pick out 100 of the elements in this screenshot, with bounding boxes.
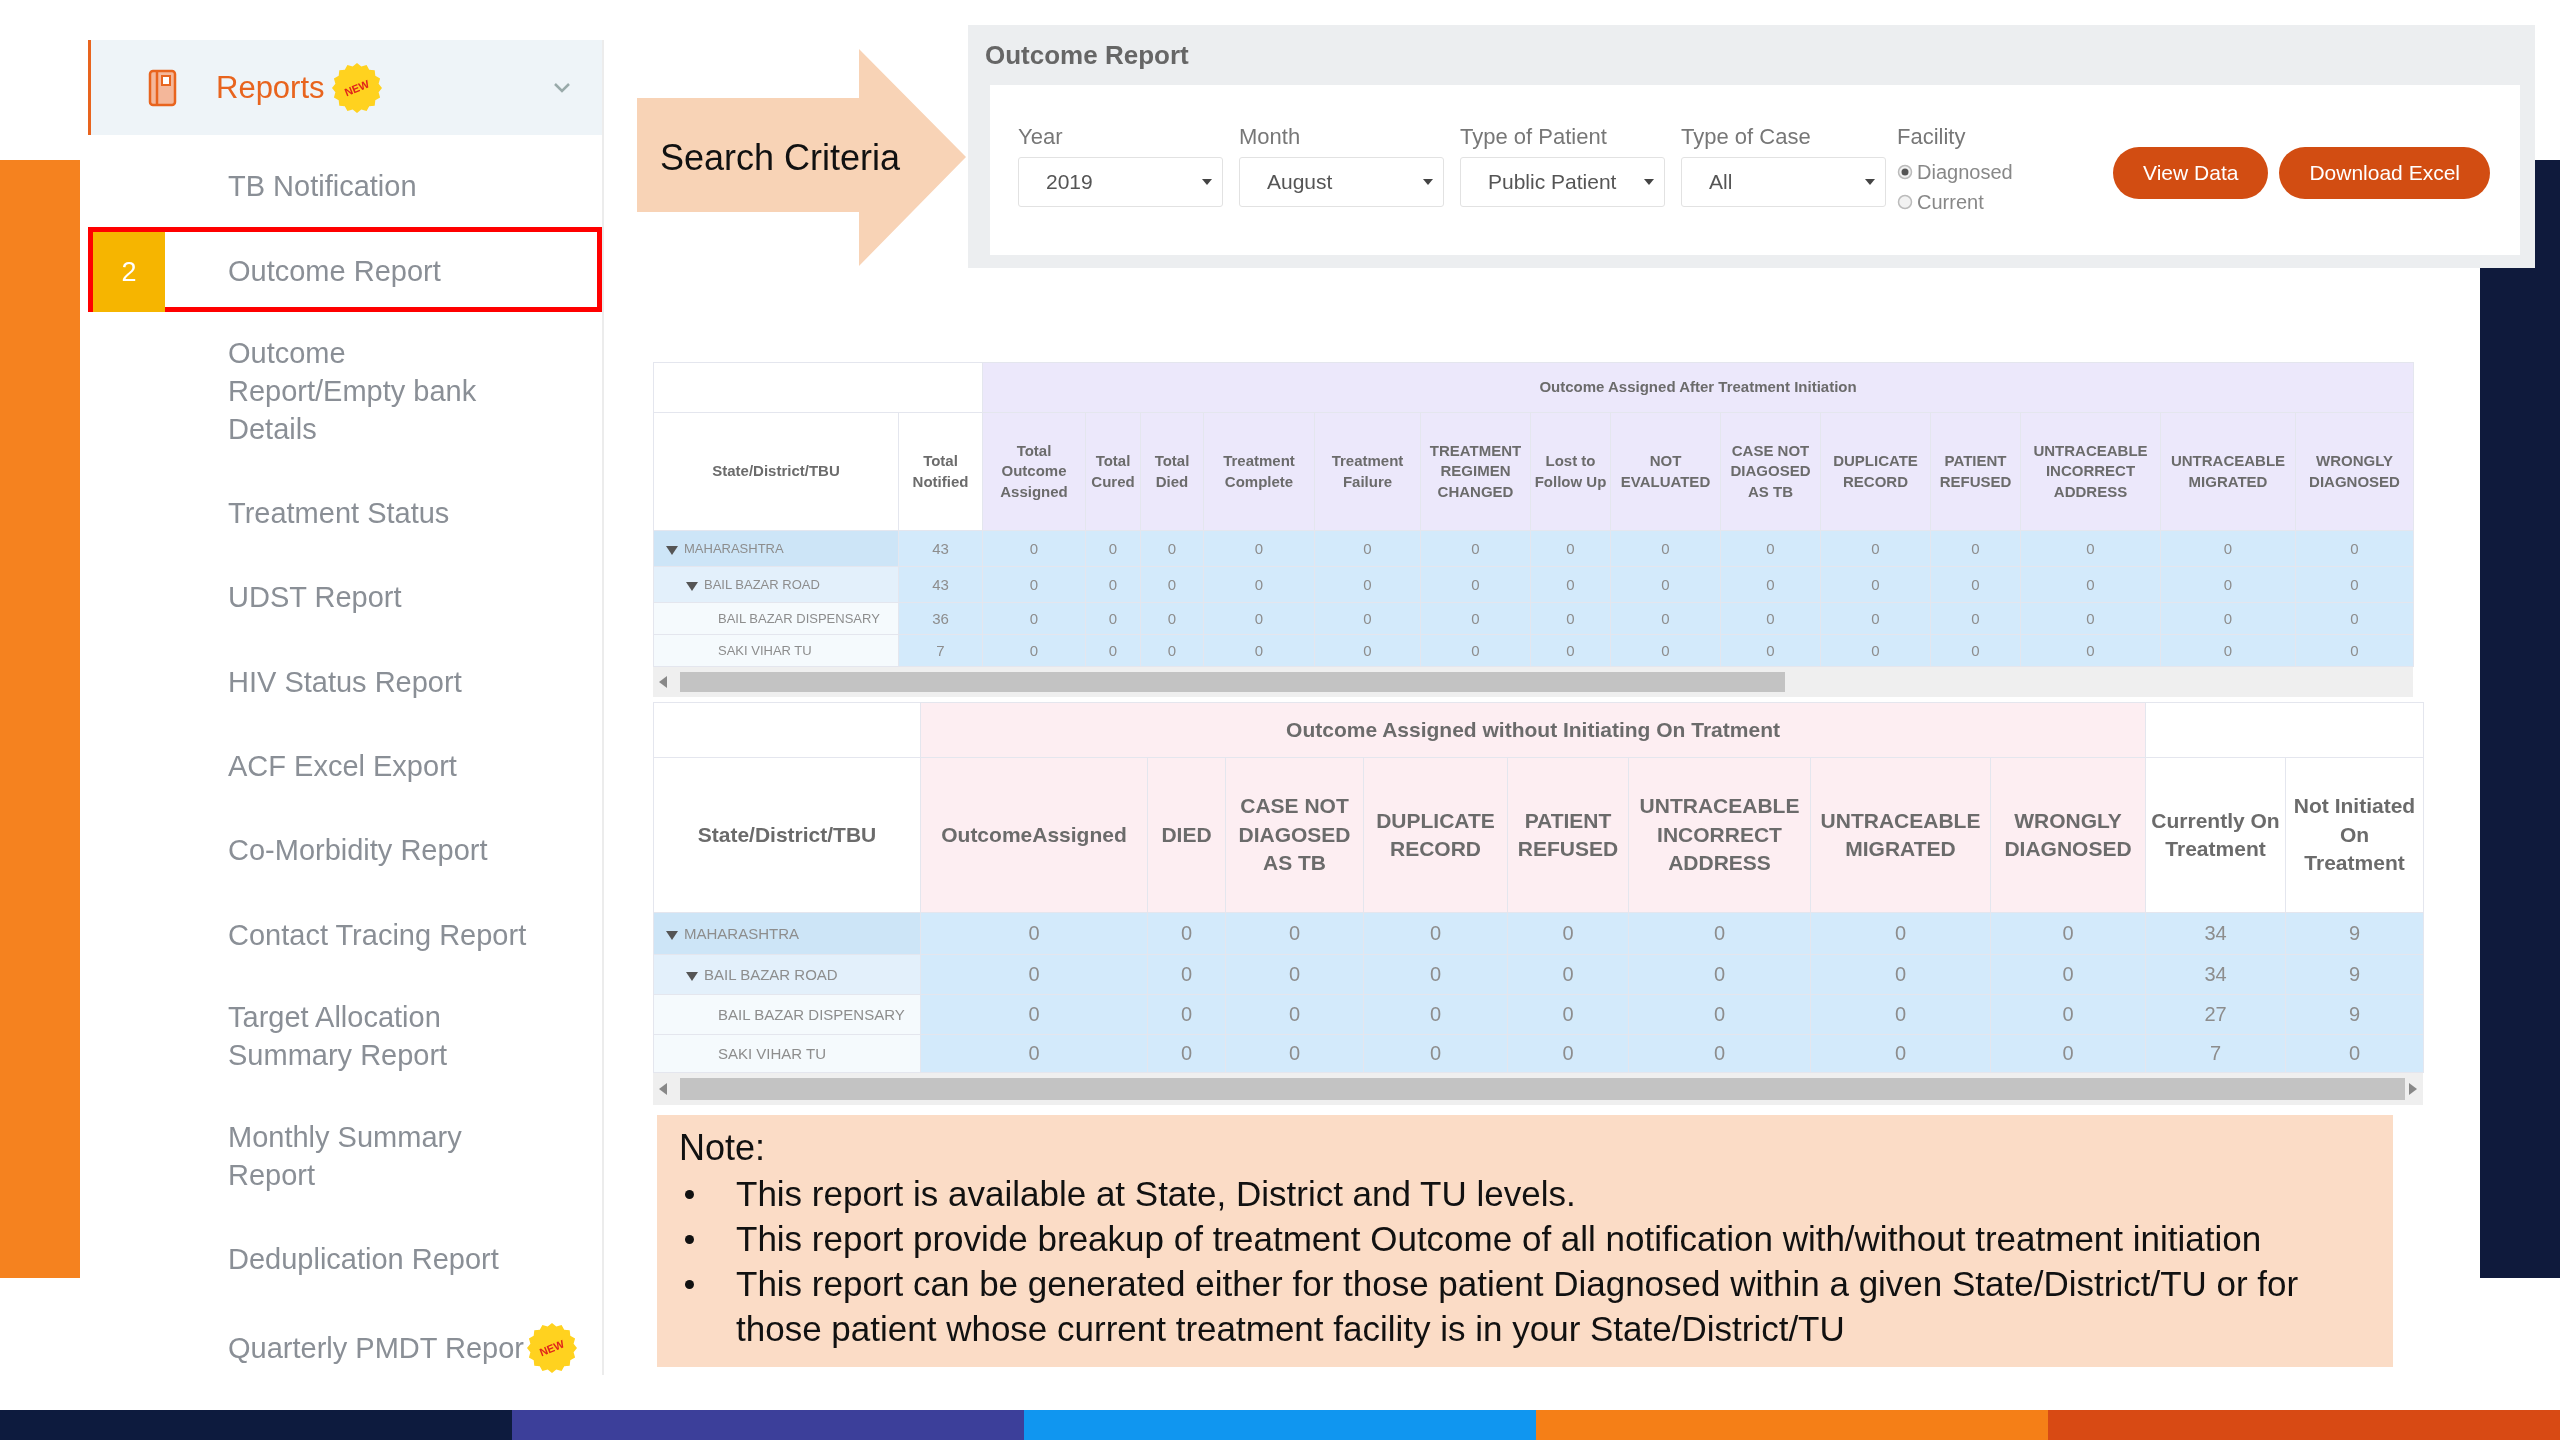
table-cell: 0 — [1085, 602, 1141, 635]
menu-item[interactable]: 2 Outcome Report — [88, 227, 602, 312]
table-cell: 0 — [1140, 602, 1204, 635]
column-header: Total Notified — [898, 412, 983, 531]
radio-label: Diagnosed — [1917, 160, 2013, 184]
panel-title: Outcome Report — [985, 39, 1189, 72]
table-cell: 0 — [1610, 530, 1721, 567]
column-header: CASE NOT DIAGOSED AS TB — [1225, 757, 1364, 913]
field-label: Year — [1018, 123, 1063, 151]
download-button[interactable]: Download Excel — [2279, 147, 2490, 199]
menu-item[interactable]: TB Notification — [88, 143, 602, 228]
column-header: WRONGLY DIAGNOSED — [1990, 757, 2146, 913]
table-cell: 0 — [1530, 566, 1611, 603]
table-cell: 0 — [1720, 634, 1821, 667]
menu-item[interactable]: Contact Tracing Report — [88, 891, 602, 976]
row-label: BAIL BAZAR DISPENSARY — [718, 1006, 905, 1023]
column-header: Currently On Treatment — [2145, 757, 2286, 913]
menu-item[interactable]: UDST Report — [88, 554, 602, 639]
table-cell: 27 — [2145, 994, 2286, 1035]
table-cell: 9 — [2285, 954, 2424, 995]
caret-down-icon[interactable] — [1423, 178, 1433, 186]
scrollbar[interactable] — [653, 1073, 2423, 1105]
menu-item[interactable]: Target Allocation Summary Report — [88, 975, 602, 1096]
table-cell: 7 — [898, 634, 983, 667]
menu-item[interactable]: Deduplication Report — [88, 1215, 602, 1301]
table-cell: 0 — [1628, 954, 1811, 995]
column-header: OutcomeAssigned — [920, 757, 1148, 913]
menu-item[interactable]: Treatment Status — [88, 469, 602, 555]
table-cell: 0 — [1507, 954, 1629, 995]
column-header: Treatment Failure — [1314, 412, 1421, 531]
menu-item[interactable]: Monthly Summary Report — [88, 1095, 602, 1216]
table-cell: 0 — [1610, 566, 1721, 603]
caret-down-icon[interactable] — [686, 970, 698, 983]
step-badge: 2 — [93, 232, 165, 313]
menu-item[interactable]: HIV Status Report — [88, 638, 602, 723]
note-text: This report is available at State, District and TU levels. — [736, 1173, 1576, 1215]
column-header: DIED — [1147, 757, 1226, 913]
scrollbar[interactable] — [653, 667, 2413, 697]
bullet-icon — [685, 1190, 694, 1199]
table-cell: 0 — [1203, 602, 1315, 635]
caret-down-icon[interactable] — [686, 579, 698, 592]
field-label: Type of Case — [1681, 123, 1811, 151]
select-field[interactable]: All — [1681, 157, 1886, 207]
caret-down-icon[interactable] — [666, 929, 678, 942]
table-cell: 0 — [1225, 1034, 1364, 1073]
table-cell: 0 — [2285, 1034, 2424, 1073]
table-cell: 0 — [1990, 994, 2146, 1035]
menu-item[interactable]: Co-Morbidity Report — [88, 807, 602, 892]
table-cell: 0 — [982, 530, 1086, 567]
table-cell: 0 — [1203, 530, 1315, 567]
table-cell: 0 — [1314, 602, 1421, 635]
table-cell: 0 — [1820, 530, 1931, 567]
table-cell: 34 — [2145, 954, 2286, 995]
table-cell: 0 — [1810, 954, 1991, 995]
table-cell: 0 — [2295, 634, 2414, 667]
radio-selected[interactable] — [1897, 164, 1913, 180]
table-cell: 0 — [1203, 566, 1315, 603]
select-field[interactable]: 2019 — [1018, 157, 1223, 207]
caret-down-icon[interactable] — [666, 543, 678, 556]
table-cell: 0 — [2295, 530, 2414, 567]
table-cell: 0 — [1225, 954, 1364, 995]
table-cell: 0 — [1990, 912, 2146, 955]
table-cell: 0 — [2295, 602, 2414, 635]
table-cell: 0 — [1363, 954, 1508, 995]
view-data-button[interactable]: View Data — [2113, 147, 2269, 199]
bullet-icon — [685, 1280, 694, 1289]
table-cell: 0 — [1147, 1034, 1226, 1073]
column-header: Total Outcome Assigned — [982, 412, 1086, 531]
table-cell: 0 — [1720, 602, 1821, 635]
scroll-left-icon[interactable] — [659, 1083, 667, 1095]
menu-item[interactable]: Outcome Report/Empty bank Details — [88, 311, 602, 470]
table-cell: 0 — [1720, 530, 1821, 567]
column-header: Total Died — [1140, 412, 1204, 531]
table-cell: 0 — [1140, 566, 1204, 603]
caret-down-icon[interactable] — [1865, 178, 1875, 186]
menu-item[interactable]: Quarterly PMDT Repor NEW — [88, 1300, 602, 1397]
caret-down-icon[interactable] — [1202, 178, 1212, 186]
table-cell: 0 — [1720, 566, 1821, 603]
column-header: UNTRACEABLE MIGRATED — [2160, 412, 2296, 531]
table-cell: 0 — [982, 634, 1086, 667]
table-cell: 0 — [1147, 912, 1226, 955]
callout-label: Search Criteria — [660, 137, 901, 179]
table-cell: 9 — [2285, 994, 2424, 1035]
select-field[interactable]: August — [1239, 157, 1444, 207]
bullet-icon — [685, 1235, 694, 1244]
row-label: MAHARASHTRA — [684, 541, 784, 556]
menu-item[interactable]: ACF Excel Export — [88, 722, 602, 808]
table-cell: 0 — [1990, 1034, 2146, 1073]
scrollbar-thumb[interactable] — [680, 672, 1785, 692]
scroll-left-icon[interactable] — [659, 676, 667, 688]
menu-item[interactable]: Reports — [216, 69, 325, 106]
table-cell: 0 — [1530, 634, 1611, 667]
radio-button[interactable] — [1897, 194, 1913, 210]
caret-down-icon[interactable] — [1644, 178, 1654, 186]
scrollbar-thumb[interactable] — [680, 1078, 2405, 1100]
table-cell: 0 — [2295, 566, 2414, 603]
table-cell: 0 — [1203, 634, 1315, 667]
table-cell: 0 — [1140, 530, 1204, 567]
select-field[interactable]: Public Patient — [1460, 157, 1665, 207]
scroll-right-icon[interactable] — [2409, 1083, 2417, 1095]
